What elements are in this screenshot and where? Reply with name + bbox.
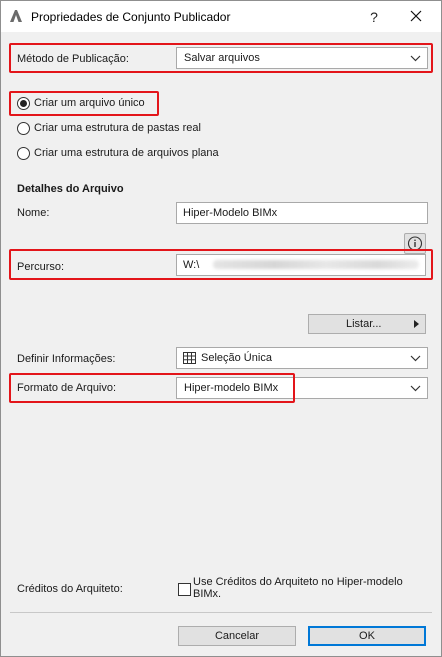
publish-method-select[interactable]: Salvar arquivos xyxy=(176,47,428,69)
title-bar: Propriedades de Conjunto Publicador ? xyxy=(1,1,441,32)
file-details-heading: Detalhes do Arquivo xyxy=(17,183,124,195)
radio-flat-structure[interactable]: Criar uma estrutura de arquivos plana xyxy=(17,146,247,162)
close-icon xyxy=(410,10,422,22)
name-label: Nome: xyxy=(17,207,50,219)
cancel-button[interactable]: Cancelar xyxy=(178,626,296,646)
radio-real-folders-label: Criar uma estrutura de pastas real xyxy=(34,122,201,134)
publish-method-label: Método de Publicação: xyxy=(17,53,129,65)
chevron-down-icon xyxy=(410,55,421,62)
chevron-down-icon xyxy=(410,385,421,392)
dialog-window: Propriedades de Conjunto Publicador ? Mé… xyxy=(0,0,442,657)
info-button[interactable] xyxy=(404,233,426,254)
name-field-box xyxy=(176,202,428,224)
browse-button[interactable]: Listar... xyxy=(308,314,426,334)
architect-credits-checkbox[interactable] xyxy=(178,583,191,596)
close-button[interactable] xyxy=(401,4,431,28)
chevron-down-icon xyxy=(410,355,421,362)
radio-button-checked[interactable] xyxy=(17,97,30,110)
define-info-select[interactable]: Seleção Única xyxy=(176,347,428,369)
name-field[interactable] xyxy=(177,203,427,223)
radio-single-file[interactable]: Criar um arquivo único xyxy=(17,96,157,112)
file-format-value: Hiper-modelo BIMx xyxy=(184,382,279,394)
radio-flat-structure-label: Criar uma estrutura de arquivos plana xyxy=(34,147,219,159)
publish-method-value: Salvar arquivos xyxy=(184,52,260,64)
radio-button[interactable] xyxy=(17,147,30,160)
browse-button-label: Listar... xyxy=(346,318,382,330)
grid-icon xyxy=(183,352,196,364)
define-info-label: Definir Informações: xyxy=(17,353,116,365)
file-format-select[interactable]: Hiper-modelo BIMx xyxy=(176,377,428,399)
define-info-value: Seleção Única xyxy=(201,352,272,364)
path-label: Percurso: xyxy=(17,261,65,273)
dialog-title: Propriedades de Conjunto Publicador xyxy=(31,10,231,24)
ok-button[interactable]: OK xyxy=(308,626,426,646)
archicad-app-icon xyxy=(10,10,22,22)
radio-button[interactable] xyxy=(17,122,30,135)
triangle-right-icon xyxy=(414,320,419,328)
radio-real-folders[interactable]: Criar uma estrutura de pastas real xyxy=(17,121,237,137)
architect-credits-checkbox-label[interactable]: Use Créditos do Arquiteto no Hiper-model… xyxy=(193,576,433,600)
footer-divider xyxy=(10,612,432,613)
architect-credits-label: Créditos do Arquiteto: xyxy=(17,583,123,595)
file-format-label: Formato de Arquivo: xyxy=(17,382,117,394)
info-icon xyxy=(407,236,423,251)
help-button[interactable]: ? xyxy=(363,6,385,28)
path-blurred-text xyxy=(213,260,419,269)
radio-single-file-label: Criar um arquivo único xyxy=(34,97,145,109)
